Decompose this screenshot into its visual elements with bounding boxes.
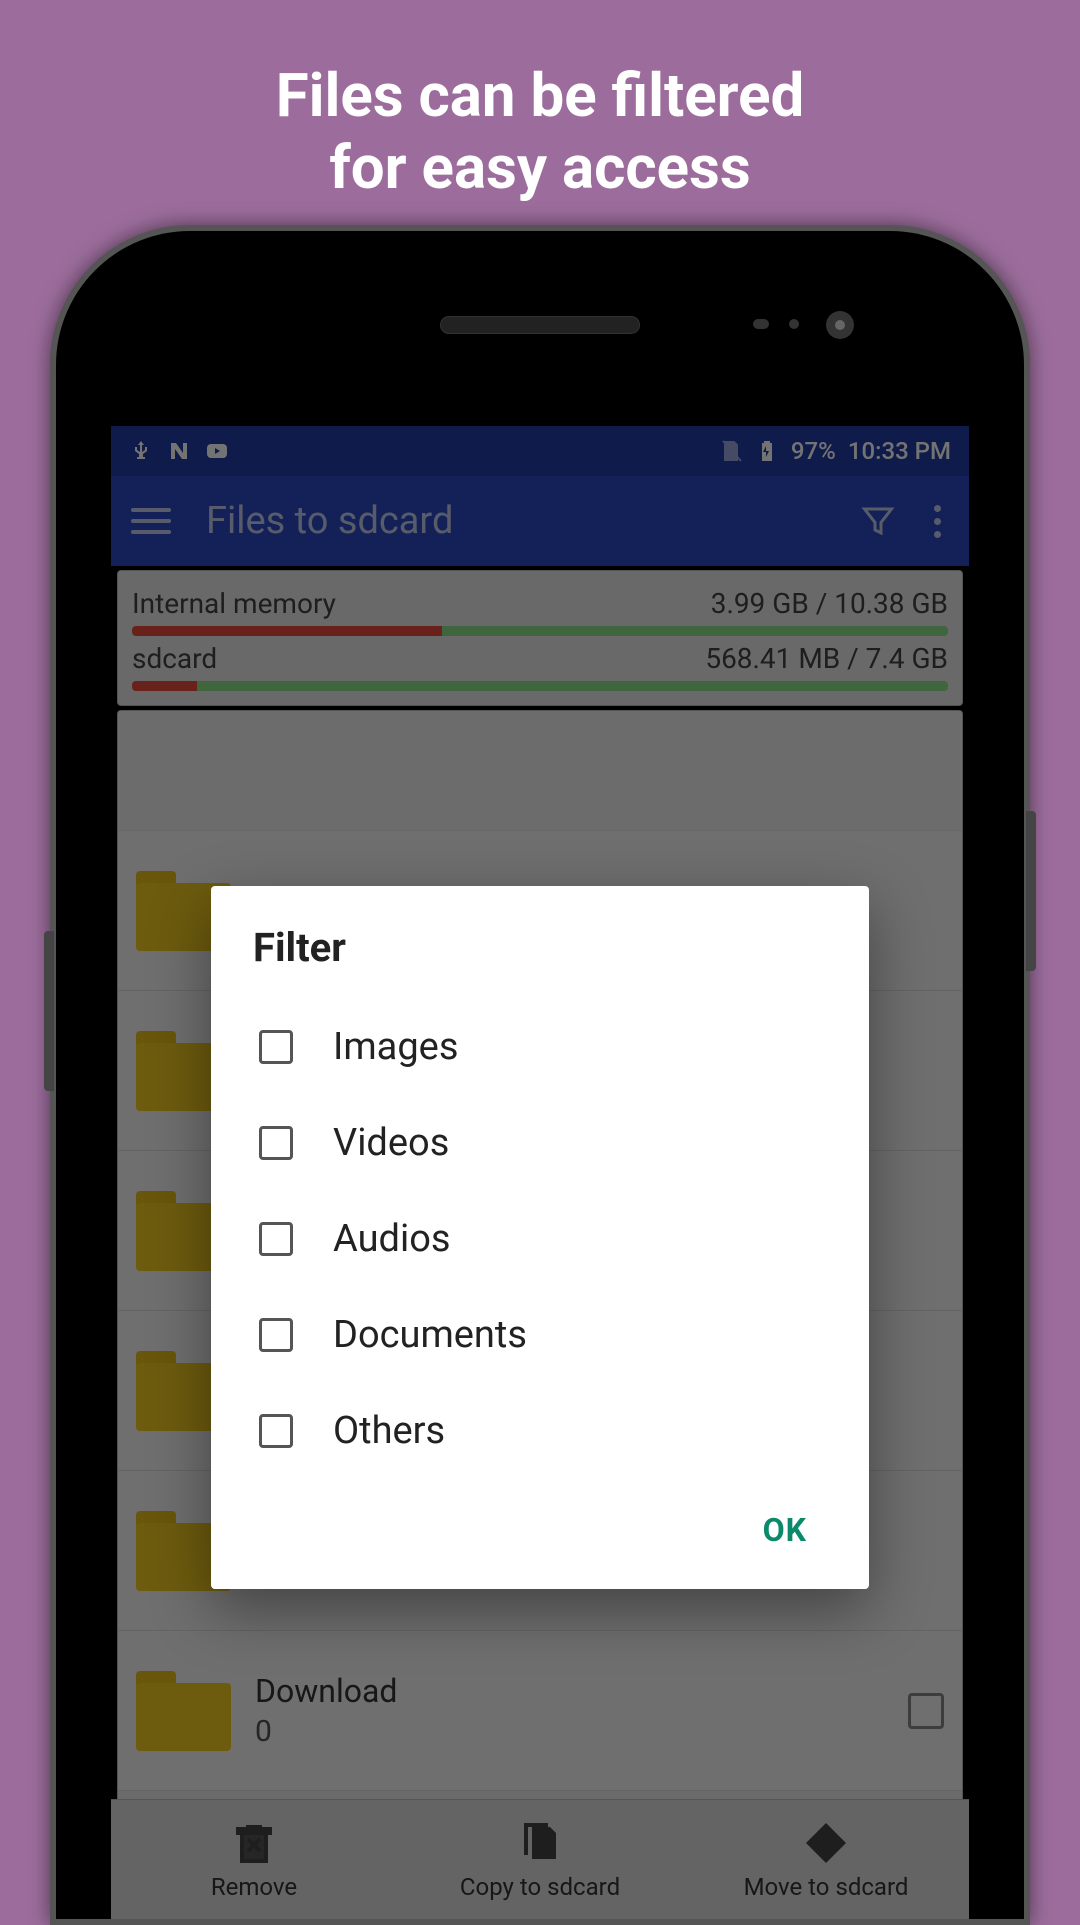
checkbox[interactable]: [259, 1126, 293, 1160]
promo-line2: for easy access: [329, 132, 750, 203]
filter-option-documents[interactable]: Documents: [253, 1287, 827, 1383]
checkbox[interactable]: [259, 1030, 293, 1064]
phone-screen: 97% 10:33 PM Files to sdcard Internal me…: [111, 426, 969, 1919]
filter-label: Videos: [333, 1121, 449, 1165]
promo-line1: Files can be filtered: [276, 60, 805, 131]
filter-label: Others: [333, 1409, 445, 1453]
promo-heading: Files can be filtered for easy access: [0, 0, 1080, 244]
phone-speaker: [440, 316, 640, 334]
filter-option-others[interactable]: Others: [253, 1383, 827, 1479]
checkbox[interactable]: [259, 1414, 293, 1448]
filter-label: Documents: [333, 1313, 527, 1357]
phone-camera: [826, 311, 854, 339]
filter-option-audios[interactable]: Audios: [253, 1191, 827, 1287]
filter-option-videos[interactable]: Videos: [253, 1095, 827, 1191]
checkbox[interactable]: [259, 1222, 293, 1256]
phone-sensor: [753, 319, 769, 329]
filter-option-images[interactable]: Images: [253, 999, 827, 1095]
filter-label: Audios: [333, 1217, 451, 1261]
checkbox[interactable]: [259, 1318, 293, 1352]
phone-frame: 97% 10:33 PM Files to sdcard Internal me…: [50, 225, 1030, 1925]
phone-sensor: [789, 319, 799, 329]
filter-label: Images: [333, 1025, 458, 1069]
filter-dialog: Filter Images Videos Audios Documents: [211, 886, 869, 1589]
ok-button[interactable]: OK: [743, 1499, 827, 1561]
dialog-title: Filter: [253, 924, 827, 971]
